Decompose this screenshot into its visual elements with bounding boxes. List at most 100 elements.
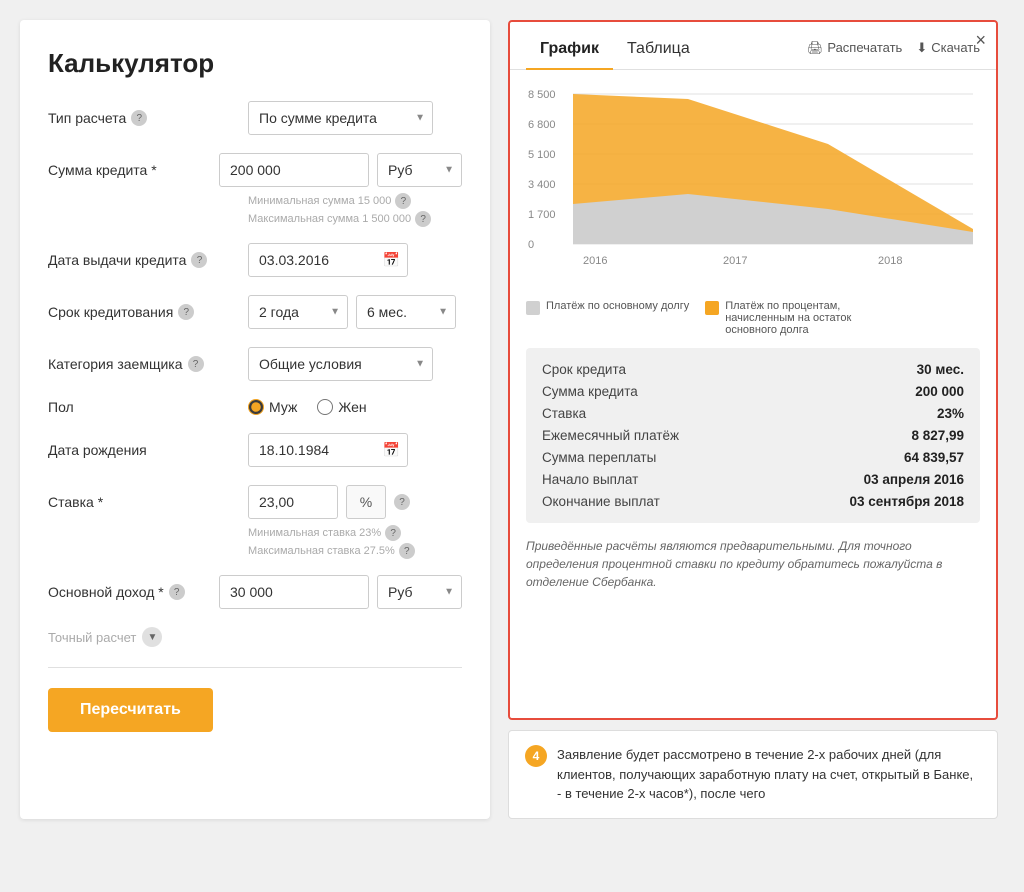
gender-female-radio[interactable]: [317, 399, 333, 415]
summary-label-1: Сумма кредита: [542, 384, 638, 399]
birthdate-input[interactable]: [248, 433, 408, 467]
term-label: Срок кредитования ?: [48, 304, 248, 320]
tabs-bar: График Таблица 🖨 Распечатать ⬇ Скачать: [510, 22, 996, 70]
rate-help-icon[interactable]: ?: [394, 494, 410, 510]
legend-item-interest: Платёж по процентам, начисленным на оста…: [705, 300, 885, 336]
svg-text:8 500: 8 500: [528, 89, 556, 101]
gender-male-label[interactable]: Муж: [248, 399, 297, 415]
legend-dot-principal: [526, 301, 540, 315]
term-months-select[interactable]: 6 мес.: [356, 295, 456, 329]
issue-date-input[interactable]: [248, 243, 408, 277]
calc-type-help-icon[interactable]: ?: [131, 110, 147, 126]
min-sum-help-icon[interactable]: ?: [395, 193, 411, 209]
summary-row-3: Ежемесячный платёж 8 827,99: [542, 428, 964, 443]
summary-row-5: Начало выплат 03 апреля 2016: [542, 472, 964, 487]
tab-table[interactable]: Таблица: [613, 34, 704, 70]
summary-label-6: Окончание выплат: [542, 494, 660, 509]
exact-calc-label[interactable]: Точный расчет: [48, 630, 136, 645]
svg-text:1 700: 1 700: [528, 209, 556, 221]
svg-text:6 800: 6 800: [528, 119, 556, 131]
calc-type-select[interactable]: По сумме кредита: [248, 101, 433, 135]
summary-label-0: Срок кредита: [542, 362, 626, 377]
term-years-select[interactable]: 2 года: [248, 295, 348, 329]
birthdate-controls: 📅: [248, 433, 462, 467]
gender-row: Пол Муж Жен: [48, 399, 462, 415]
percent-box: %: [346, 485, 386, 519]
issue-date-label: Дата выдачи кредита ?: [48, 252, 248, 268]
birthdate-label: Дата рождения: [48, 442, 248, 458]
min-rate-hint: Минимальная ставка 23% ?: [248, 525, 462, 541]
chart-area: 8 500 6 800 5 100 3 400 1 700 0: [510, 70, 996, 292]
issue-date-wrapper: 📅: [248, 243, 408, 277]
min-rate-help-icon[interactable]: ?: [385, 525, 401, 541]
category-select[interactable]: Общие условия: [248, 347, 433, 381]
income-currency-select[interactable]: Руб: [377, 575, 462, 609]
download-icon: ⬇: [916, 40, 927, 56]
rate-hints: Минимальная ставка 23% ? Максимальная ст…: [248, 525, 462, 559]
max-rate-help-icon[interactable]: ?: [399, 543, 415, 559]
credit-sum-row: Сумма кредита * Руб ▼: [48, 153, 462, 187]
gender-male-radio[interactable]: [248, 399, 264, 415]
legend-dot-interest: [705, 301, 719, 315]
term-help-icon[interactable]: ?: [178, 304, 194, 320]
summary-row-6: Окончание выплат 03 сентября 2018: [542, 494, 964, 509]
svg-text:2016: 2016: [583, 255, 607, 267]
credit-sum-label: Сумма кредита *: [48, 162, 219, 178]
category-help-icon[interactable]: ?: [188, 356, 204, 372]
download-button[interactable]: ⬇ Скачать: [916, 40, 980, 56]
tab-actions: 🖨 Распечатать ⬇ Скачать: [807, 40, 980, 64]
print-button[interactable]: 🖨 Распечатать: [807, 40, 903, 56]
calc-type-row: Тип расчета ? По сумме кредита ▼: [48, 101, 462, 135]
close-button[interactable]: ×: [975, 30, 986, 51]
term-months-select-wrap: 6 мес. ▼: [356, 295, 456, 329]
svg-text:2017: 2017: [723, 255, 747, 267]
income-input[interactable]: [219, 575, 369, 609]
birthdate-row: Дата рождения 📅: [48, 433, 462, 467]
credit-sum-controls: Руб ▼: [219, 153, 462, 187]
summary-row-2: Ставка 23%: [542, 406, 964, 421]
calc-type-controls: По сумме кредита ▼: [248, 101, 462, 135]
notification-number: 4: [525, 745, 547, 767]
term-controls: 2 года ▼ 6 мес. ▼: [248, 295, 462, 329]
notification-block: 4 Заявление будет рассмотрено в течение …: [508, 730, 998, 819]
income-controls: Руб ▼: [219, 575, 462, 609]
exact-calc-toggle-button[interactable]: ▼: [142, 627, 162, 647]
notification-text: Заявление будет рассмотрено в течение 2-…: [557, 745, 981, 804]
income-currency-select-wrap: Руб ▼: [377, 575, 462, 609]
max-rate-hint: Максимальная ставка 27.5% ?: [248, 543, 462, 559]
tab-graph[interactable]: График: [526, 34, 613, 70]
income-label: Основной доход * ?: [48, 584, 219, 600]
max-sum-help-icon[interactable]: ?: [415, 211, 431, 227]
rate-input[interactable]: [248, 485, 338, 519]
calc-type-label: Тип расчета ?: [48, 110, 248, 126]
summary-label-5: Начало выплат: [542, 472, 638, 487]
income-row: Основной доход * ? Руб ▼: [48, 575, 462, 609]
summary-value-2: 23%: [937, 406, 964, 421]
print-icon: 🖨: [807, 40, 824, 56]
gender-female-label[interactable]: Жен: [317, 399, 366, 415]
summary-label-4: Сумма переплаты: [542, 450, 656, 465]
legend-item-principal: Платёж по основному долгу: [526, 300, 689, 315]
issue-date-help-icon[interactable]: ?: [191, 252, 207, 268]
disclaimer: Приведённые расчёты являются предварител…: [526, 537, 980, 591]
rate-row: Ставка * % ?: [48, 485, 462, 519]
gender-radio-group: Муж Жен: [248, 399, 367, 415]
legend-label-principal: Платёж по основному долгу: [546, 300, 689, 312]
summary-label-3: Ежемесячный платёж: [542, 428, 679, 443]
calculator-title: Калькулятор: [48, 48, 462, 79]
summary-label-2: Ставка: [542, 406, 586, 421]
term-years-select-wrap: 2 года ▼: [248, 295, 348, 329]
category-row: Категория заемщика ? Общие условия ▼: [48, 347, 462, 381]
currency-select[interactable]: Руб: [377, 153, 462, 187]
income-help-icon[interactable]: ?: [169, 584, 185, 600]
chart-panel: × График Таблица 🖨 Распечатать ⬇ Скачать: [508, 20, 998, 720]
credit-sum-input[interactable]: [219, 153, 369, 187]
legend-label-interest: Платёж по процентам, начисленным на оста…: [725, 300, 885, 336]
summary-row-4: Сумма переплаты 64 839,57: [542, 450, 964, 465]
divider: [48, 667, 462, 668]
svg-text:5 100: 5 100: [528, 149, 556, 161]
summary-value-4: 64 839,57: [904, 450, 964, 465]
issue-date-controls: 📅: [248, 243, 462, 277]
category-controls: Общие условия ▼: [248, 347, 462, 381]
recalc-button[interactable]: Пересчитать: [48, 688, 213, 732]
